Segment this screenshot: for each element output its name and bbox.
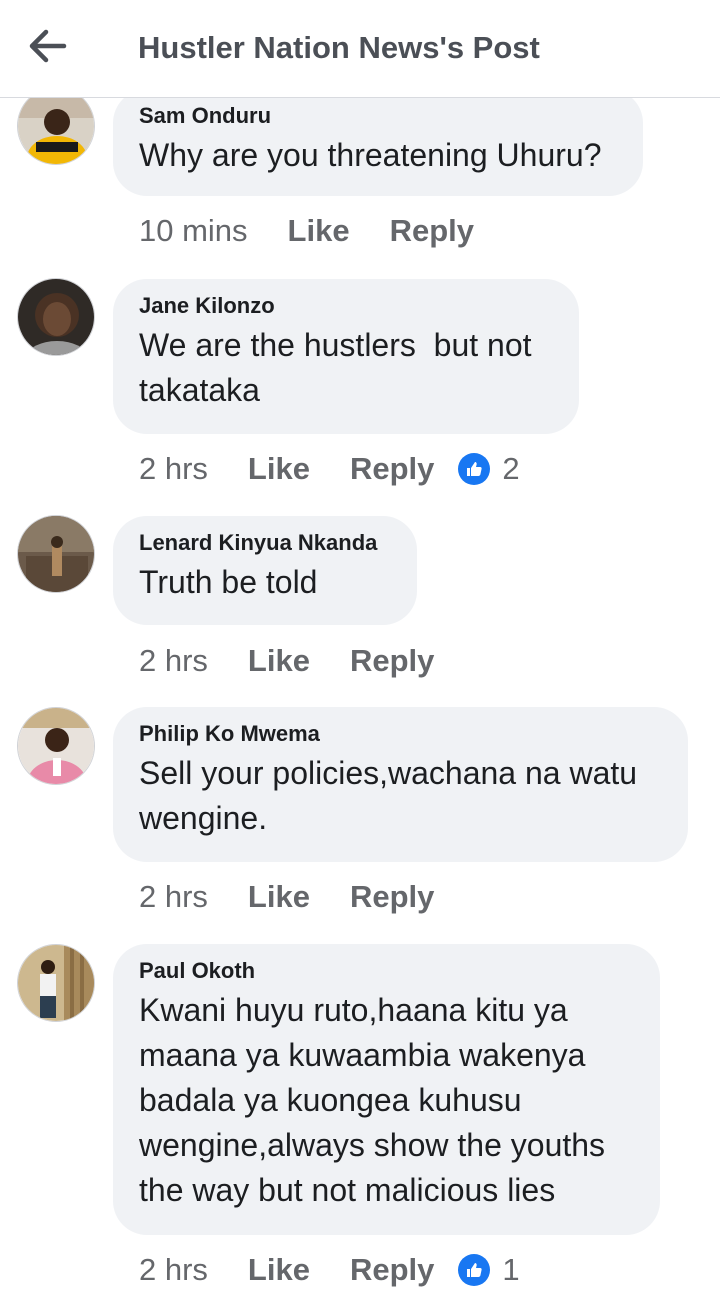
comment-text: Truth be told: [139, 560, 391, 605]
comment-line: Sell your policies,wachana na watu: [139, 755, 638, 791]
comment-text: Why are you threatening Uhuru?: [139, 133, 617, 178]
comment-time[interactable]: 2 hrs: [139, 451, 208, 487]
reaction-summary[interactable]: 1: [458, 1252, 520, 1288]
reaction-count: 1: [502, 1252, 520, 1287]
avatar[interactable]: [17, 87, 95, 165]
comment-author[interactable]: Sam Onduru: [139, 103, 617, 129]
comment-time[interactable]: 10 mins: [139, 213, 248, 249]
comment-text: Kwani huyu ruto,haana kitu ya maana ya k…: [139, 988, 634, 1213]
comment-line: Truth be told: [139, 564, 318, 600]
reaction-summary[interactable]: 2: [458, 451, 520, 487]
thumbs-up-icon: [458, 453, 491, 485]
comment-bubble: Philip Ko Mwema Sell your policies,wacha…: [113, 707, 688, 862]
reaction-count: 2: [502, 451, 520, 486]
reply-button[interactable]: Reply: [350, 643, 434, 679]
comment-actions: 2 hrs Like Reply 1: [139, 1250, 520, 1290]
comment-author[interactable]: Philip Ko Mwema: [139, 721, 662, 747]
top-bar: Hustler Nation News's Post: [0, 0, 720, 98]
page-title: Hustler Nation News's Post: [138, 30, 540, 65]
comment-line: the way but not malicious lies: [139, 1172, 556, 1208]
comment-line: badala ya kuongea kuhusu: [139, 1082, 522, 1118]
comment-line: takataka: [139, 372, 260, 408]
comment-text: We are the hustlers but not takataka: [139, 323, 553, 413]
avatar[interactable]: [17, 944, 95, 1022]
comment-actions: 10 mins Like Reply: [139, 211, 514, 251]
comment-actions: 2 hrs Like Reply 2: [139, 449, 520, 489]
comment-line: Why are you threatening Uhuru?: [139, 137, 602, 173]
comment-text: Sell your policies,wachana na watu wengi…: [139, 751, 662, 841]
like-button[interactable]: Like: [288, 213, 350, 249]
comment-author[interactable]: Jane Kilonzo: [139, 293, 553, 319]
reply-button[interactable]: Reply: [390, 213, 474, 249]
comment-time[interactable]: 2 hrs: [139, 879, 208, 915]
comment-author[interactable]: Paul Okoth: [139, 958, 634, 984]
avatar[interactable]: [17, 707, 95, 785]
reply-button[interactable]: Reply: [350, 451, 434, 487]
back-button[interactable]: [24, 26, 72, 66]
comment-time[interactable]: 2 hrs: [139, 643, 208, 679]
comment-line: wengine.: [139, 800, 268, 836]
comment-line: We are the hustlers but not: [139, 327, 532, 363]
comment-bubble: Sam Onduru Why are you threatening Uhuru…: [113, 89, 643, 196]
thumbs-up-icon: [458, 1254, 491, 1286]
comment-bubble: Lenard Kinyua Nkanda Truth be told: [113, 516, 417, 625]
avatar[interactable]: [17, 515, 95, 593]
comment-author[interactable]: Lenard Kinyua Nkanda: [139, 530, 391, 556]
reply-button[interactable]: Reply: [350, 1252, 434, 1288]
comment-time[interactable]: 2 hrs: [139, 1252, 208, 1288]
arrow-left-icon: [29, 29, 67, 63]
comment-line: wengine,always show the youths: [139, 1127, 606, 1163]
comment-line: Kwani huyu ruto,haana kitu ya: [139, 992, 568, 1028]
reply-button[interactable]: Reply: [350, 879, 434, 915]
comment-bubble: Jane Kilonzo We are the hustlers but not…: [113, 279, 579, 434]
comment-line: maana ya kuwaambia wakenya: [139, 1037, 586, 1073]
avatar[interactable]: [17, 278, 95, 356]
like-button[interactable]: Like: [248, 643, 310, 679]
comment-actions: 2 hrs Like Reply: [139, 877, 474, 917]
comment-bubble: Paul Okoth Kwani huyu ruto,haana kitu ya…: [113, 944, 660, 1235]
like-button[interactable]: Like: [248, 879, 310, 915]
like-button[interactable]: Like: [248, 451, 310, 487]
like-button[interactable]: Like: [248, 1252, 310, 1288]
comment-actions: 2 hrs Like Reply: [139, 641, 474, 681]
comment-list: Sam Onduru Why are you threatening Uhuru…: [0, 0, 720, 1295]
